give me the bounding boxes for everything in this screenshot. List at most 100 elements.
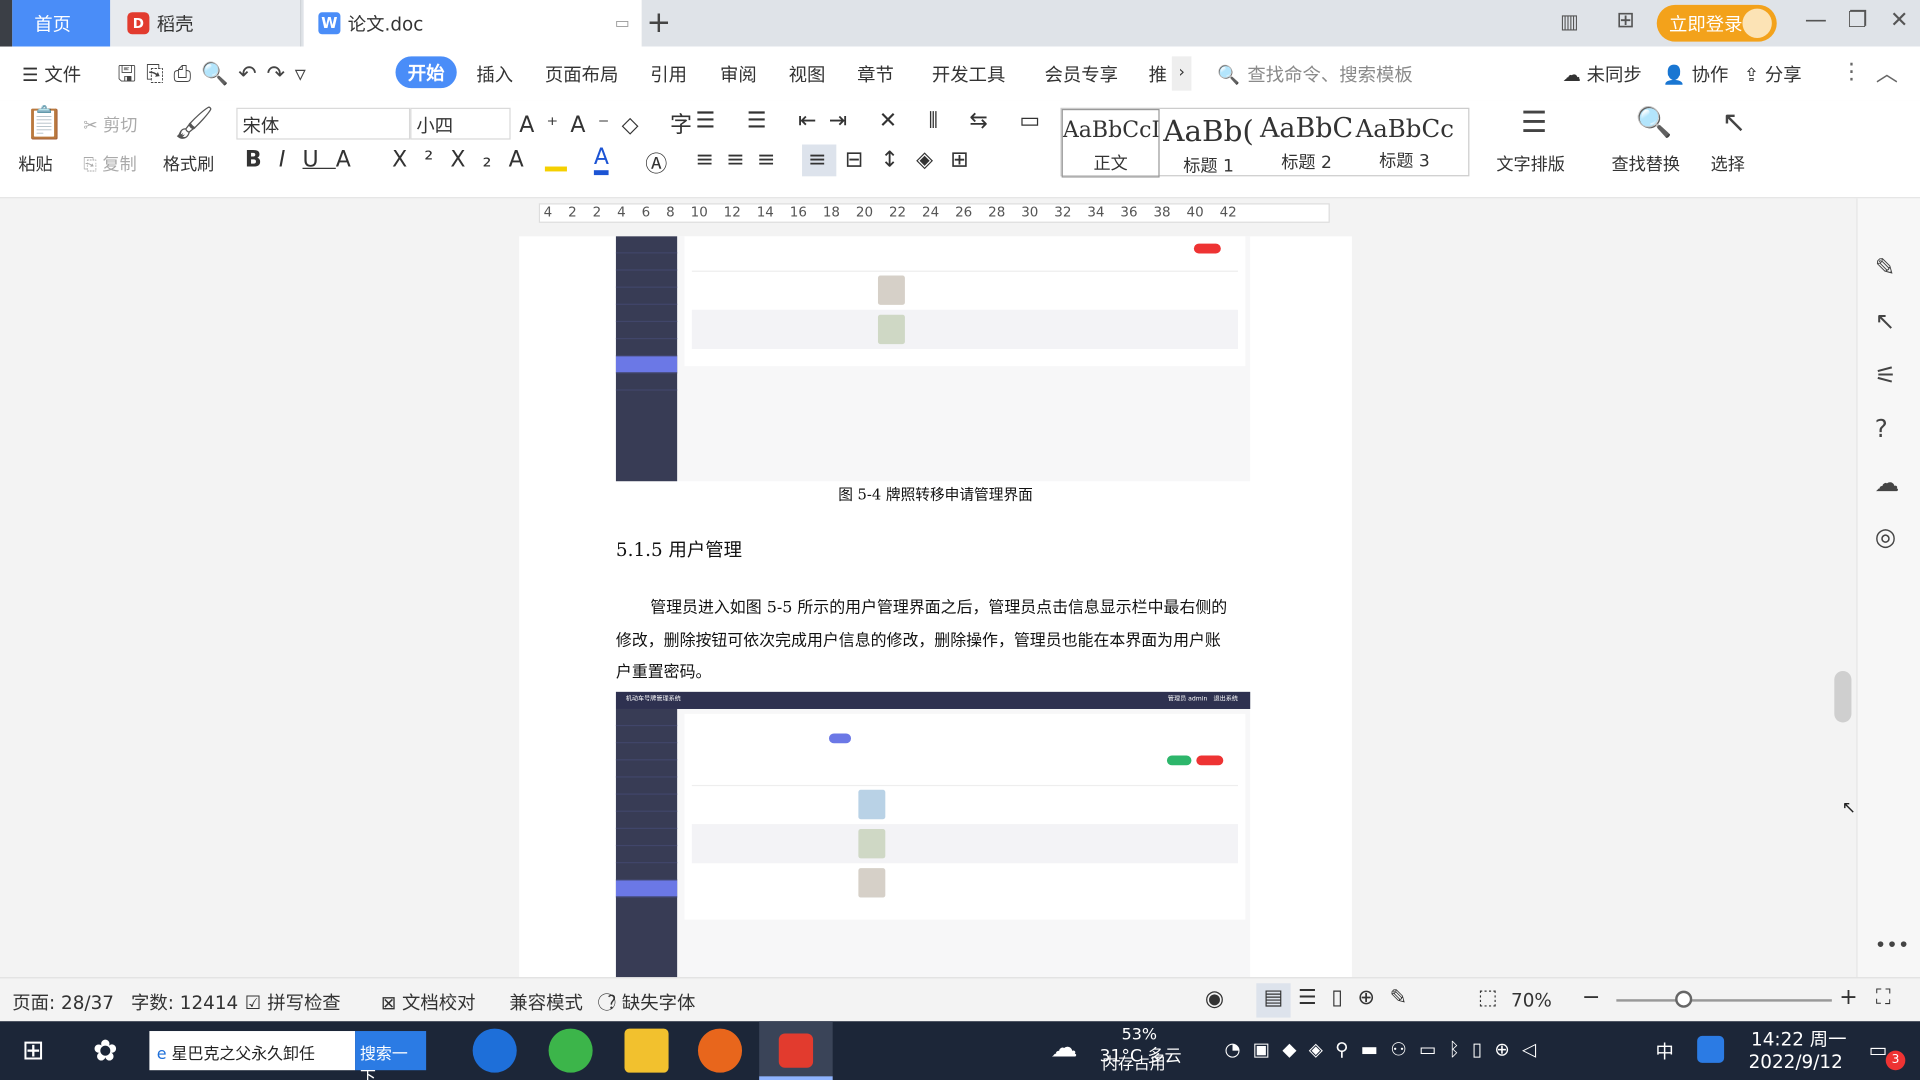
- tab-member[interactable]: 会员专享: [1044, 61, 1117, 87]
- tab-developer[interactable]: 开发工具: [932, 61, 1005, 87]
- tab-monitor-icon[interactable]: ▭: [615, 14, 630, 32]
- font-grow-shrink-icons[interactable]: A⁺A⁻◇ 字: [519, 108, 704, 140]
- clock-date[interactable]: 2022/9/12: [1749, 1051, 1843, 1073]
- collapse-ribbon-icon[interactable]: ︿: [1876, 56, 1898, 88]
- apps-grid-icon[interactable]: ⊞: [1616, 7, 1634, 33]
- paragraph-align-icons[interactable]: ≡≡≡: [696, 147, 788, 173]
- select-button[interactable]: 选择: [1711, 152, 1745, 176]
- tab-chapter[interactable]: 章节: [857, 61, 894, 87]
- minimize-button[interactable]: —: [1798, 7, 1835, 33]
- eye-protect-icon[interactable]: ◉: [1205, 986, 1224, 1012]
- tab-page-layout[interactable]: 页面布局: [545, 61, 618, 87]
- proofread-button[interactable]: ⊠ 文档校对: [381, 989, 476, 1015]
- wps-taskbar-item[interactable]: [759, 1021, 833, 1080]
- horizontal-ruler[interactable]: 4 2 2 4 6 8 10 12 14 16 18 20 22 24 26 28 30 32 34 36 38 40 42: [0, 198, 1920, 228]
- tab-start-label: 开始: [407, 61, 445, 84]
- tab-document-label: 论文.doc: [347, 12, 424, 35]
- clock-time[interactable]: 14:22 周一: [1751, 1026, 1847, 1052]
- taskbar-search-input[interactable]: e 星巴克之父永久卸任: [149, 1031, 356, 1071]
- share-target-icon[interactable]: ◎: [1875, 522, 1896, 551]
- find-replace-button[interactable]: 查找替换: [1611, 152, 1680, 176]
- fit-page-icon[interactable]: ⬚: [1478, 986, 1498, 1010]
- taskbar-search-button[interactable]: 搜索一下: [355, 1031, 427, 1080]
- game-app-icon[interactable]: [697, 1028, 743, 1073]
- more-options-icon[interactable]: ⋮: [1840, 59, 1862, 85]
- page-count[interactable]: 页面: 28/37: [12, 989, 114, 1015]
- cloud-backup-icon[interactable]: ☁: [1875, 468, 1899, 497]
- list-indent-icons[interactable]: ☰ ☰ ⇤⇥ ✕ ⫴ ⇆ ▭: [696, 108, 1053, 134]
- zoom-level[interactable]: 70%: [1511, 989, 1552, 1011]
- font-family-select[interactable]: 宋体: [236, 107, 411, 140]
- document-page[interactable]: 图 5-4 牌照转移申请管理界面 5.1.5 用户管理 管理员进入如图 5-5 …: [519, 236, 1352, 979]
- figure-sidebar: [615, 708, 678, 979]
- scrollbar-thumb[interactable]: [1834, 671, 1852, 723]
- app-icon[interactable]: ✿: [93, 1033, 118, 1067]
- ie-browser-icon[interactable]: [472, 1028, 517, 1073]
- pen-icon[interactable]: ✎: [1875, 252, 1896, 281]
- format-painter-icon[interactable]: 🖌: [174, 105, 214, 142]
- collab-button[interactable]: 👤 协作: [1663, 61, 1728, 87]
- text-format-buttons[interactable]: BIUA X²X₂A: [245, 147, 541, 173]
- help-icon[interactable]: ?: [1875, 414, 1888, 443]
- style-heading-1[interactable]: AaBb(标题 1: [1160, 109, 1258, 178]
- tab-daoke[interactable]: D 稻壳: [110, 0, 302, 47]
- ime-indicator[interactable]: 中: [1656, 1038, 1674, 1064]
- compat-mode[interactable]: 兼容模式: [509, 989, 582, 1015]
- tab-insert[interactable]: 插入: [476, 61, 513, 87]
- tab-review[interactable]: 审阅: [720, 61, 757, 87]
- tab-more[interactable]: 推: [1149, 61, 1167, 87]
- font-size-select[interactable]: 小四: [410, 107, 511, 140]
- zoom-slider[interactable]: [1616, 999, 1832, 1002]
- layout-icon[interactable]: ▥: [1560, 10, 1579, 33]
- paste-button[interactable]: 粘贴: [18, 152, 52, 176]
- qq-browser-icon[interactable]: [1697, 1035, 1725, 1063]
- paste-icon[interactable]: 📋: [24, 105, 64, 142]
- font-color-icon[interactable]: A: [593, 144, 609, 176]
- tab-references[interactable]: 引用: [650, 61, 687, 87]
- zoom-out-icon[interactable]: −: [1582, 984, 1600, 1010]
- restore-button[interactable]: ❐: [1839, 7, 1876, 33]
- missing-font-button[interactable]: ?⃝ 缺失字体: [607, 989, 695, 1015]
- highlight-icon[interactable]: [544, 149, 567, 172]
- word-count[interactable]: 字数: 12414: [131, 989, 238, 1015]
- char-border-icon[interactable]: Ⓐ: [645, 147, 667, 179]
- command-search[interactable]: 🔍 查找命令、搜索模板: [1217, 61, 1413, 87]
- tab-document[interactable]: W 论文.doc ▭: [303, 0, 642, 47]
- notification-icon[interactable]: ▭: [1869, 1038, 1888, 1061]
- tab-home[interactable]: 首页: [12, 0, 111, 47]
- select-cursor-icon[interactable]: ↖: [1722, 105, 1747, 139]
- file-explorer-icon[interactable]: [624, 1028, 669, 1073]
- text-layout-button[interactable]: 文字排版: [1496, 152, 1565, 176]
- login-button[interactable]: 立即登录: [1656, 4, 1777, 42]
- text-layout-icon[interactable]: ☰: [1521, 105, 1547, 139]
- format-painter-button[interactable]: 格式刷: [163, 152, 214, 176]
- menu-scroll-right-icon[interactable]: ›: [1171, 56, 1192, 91]
- find-replace-icon[interactable]: 🔍: [1636, 105, 1673, 139]
- zoom-in-icon[interactable]: +: [1839, 984, 1857, 1010]
- browser-360-icon[interactable]: [548, 1028, 593, 1073]
- tray-icons[interactable]: ◔▣◆◈⚲▬⚇▭ᛒ▯⊕◁: [1225, 1038, 1549, 1060]
- new-tab-button[interactable]: +: [647, 5, 672, 39]
- style-normal[interactable]: AaBbCcI 正文: [1061, 108, 1160, 178]
- settings-sliders-icon[interactable]: ⚟: [1875, 360, 1897, 389]
- quick-access-toolbar[interactable]: 🖫⎘⎙🔍↶↷▿: [118, 59, 316, 96]
- style-heading-2[interactable]: AaBbC 标题 2: [1258, 109, 1356, 178]
- spacing-shading-icons[interactable]: ⊟↕◈⊞: [845, 147, 986, 173]
- cursor-select-icon[interactable]: ↖: [1875, 306, 1896, 335]
- windows-start-icon[interactable]: ⊞: [22, 1036, 45, 1067]
- spell-check-button[interactable]: ☑ 拼写检查: [245, 989, 341, 1015]
- more-icon[interactable]: •••: [1875, 933, 1910, 956]
- share-button[interactable]: ⇪ 分享: [1744, 61, 1802, 87]
- view-mode-icons[interactable]: ▤☰▯⊕✎: [1264, 986, 1422, 1010]
- style-heading-3[interactable]: AaBbCc 标题 3: [1356, 109, 1454, 178]
- zoom-slider-handle[interactable]: [1675, 990, 1693, 1008]
- copy-button[interactable]: ⎘ 复制: [83, 152, 136, 176]
- close-button[interactable]: ✕: [1881, 7, 1918, 33]
- sync-status[interactable]: ☁ 未同步: [1562, 61, 1641, 87]
- file-menu[interactable]: ☰ 文件: [22, 61, 81, 87]
- tab-start[interactable]: 开始: [395, 56, 457, 89]
- cut-button[interactable]: ✂ 剪切: [83, 113, 137, 137]
- tab-view[interactable]: 视图: [789, 61, 826, 87]
- vertical-scrollbar[interactable]: ↖: [1831, 198, 1856, 978]
- fullscreen-icon[interactable]: ⛶: [1876, 986, 1891, 1010]
